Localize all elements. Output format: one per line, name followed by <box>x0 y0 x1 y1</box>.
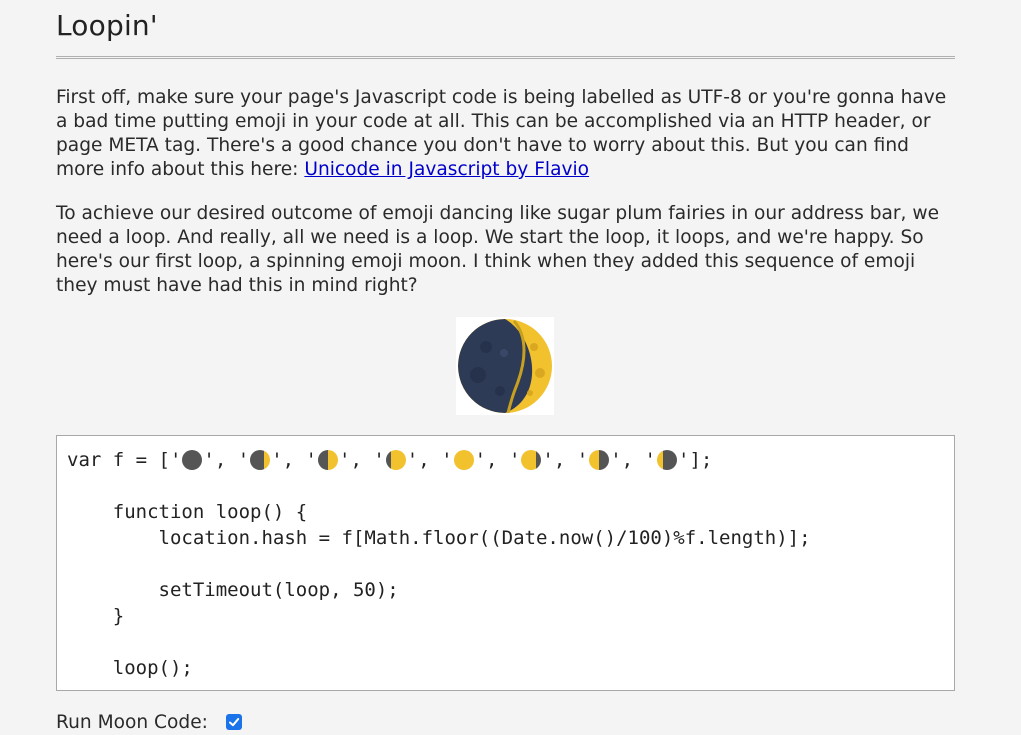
moon-phase-icon <box>656 450 677 470</box>
code-line-array: var f = [' ', ' ', ' ', ' ', ' ', ' ', ' ', ' ']… <box>67 447 712 473</box>
moon-phase-icon <box>385 450 406 470</box>
run-moon-code-row: Run Moon Code: <box>56 711 242 735</box>
moon-phase-icon <box>453 450 474 470</box>
moon-phase-icon <box>521 450 542 470</box>
loop-paragraph: To achieve our desired outcome of emoji … <box>56 203 940 296</box>
run-moon-code-checkbox[interactable] <box>226 714 242 730</box>
moon-emoji-list: ' ', ' ', ' ', ' ', ' ', ' ', ' ', ' ' <box>169 449 690 471</box>
intro-paragraph: First off, make sure your page's Javascr… <box>56 86 955 182</box>
code-array-close: ]; <box>689 449 713 471</box>
code-block: var f = [' ', ' ', ' ', ' ', ' ', ' ', ' ', ' ']… <box>56 435 955 691</box>
title-divider <box>56 56 955 59</box>
moon-phase-icon <box>250 450 271 470</box>
page-title: Loopin' <box>56 9 158 42</box>
code-line-close: } <box>67 605 125 627</box>
moon-phase-icon <box>318 450 338 470</box>
code-line-timeout: setTimeout(loop, 50); <box>67 579 399 601</box>
moon-phase-icon <box>589 450 610 470</box>
checkmark-icon <box>229 718 240 727</box>
code-var-decl: var f = [ <box>67 449 170 471</box>
moon-phase-icon <box>182 450 203 470</box>
run-moon-code-label: Run Moon Code: <box>56 712 208 733</box>
code-line-call: loop(); <box>67 657 193 679</box>
flavio-unicode-link[interactable]: Unicode in Javascript by Flavio <box>304 159 589 180</box>
code-line-function: function loop() { <box>67 501 308 523</box>
code-line-hash: location.hash = f[Math.floor((Date.now()… <box>67 527 811 549</box>
waxing-gibbous-moon-icon <box>458 319 552 413</box>
moon-image <box>456 317 554 415</box>
